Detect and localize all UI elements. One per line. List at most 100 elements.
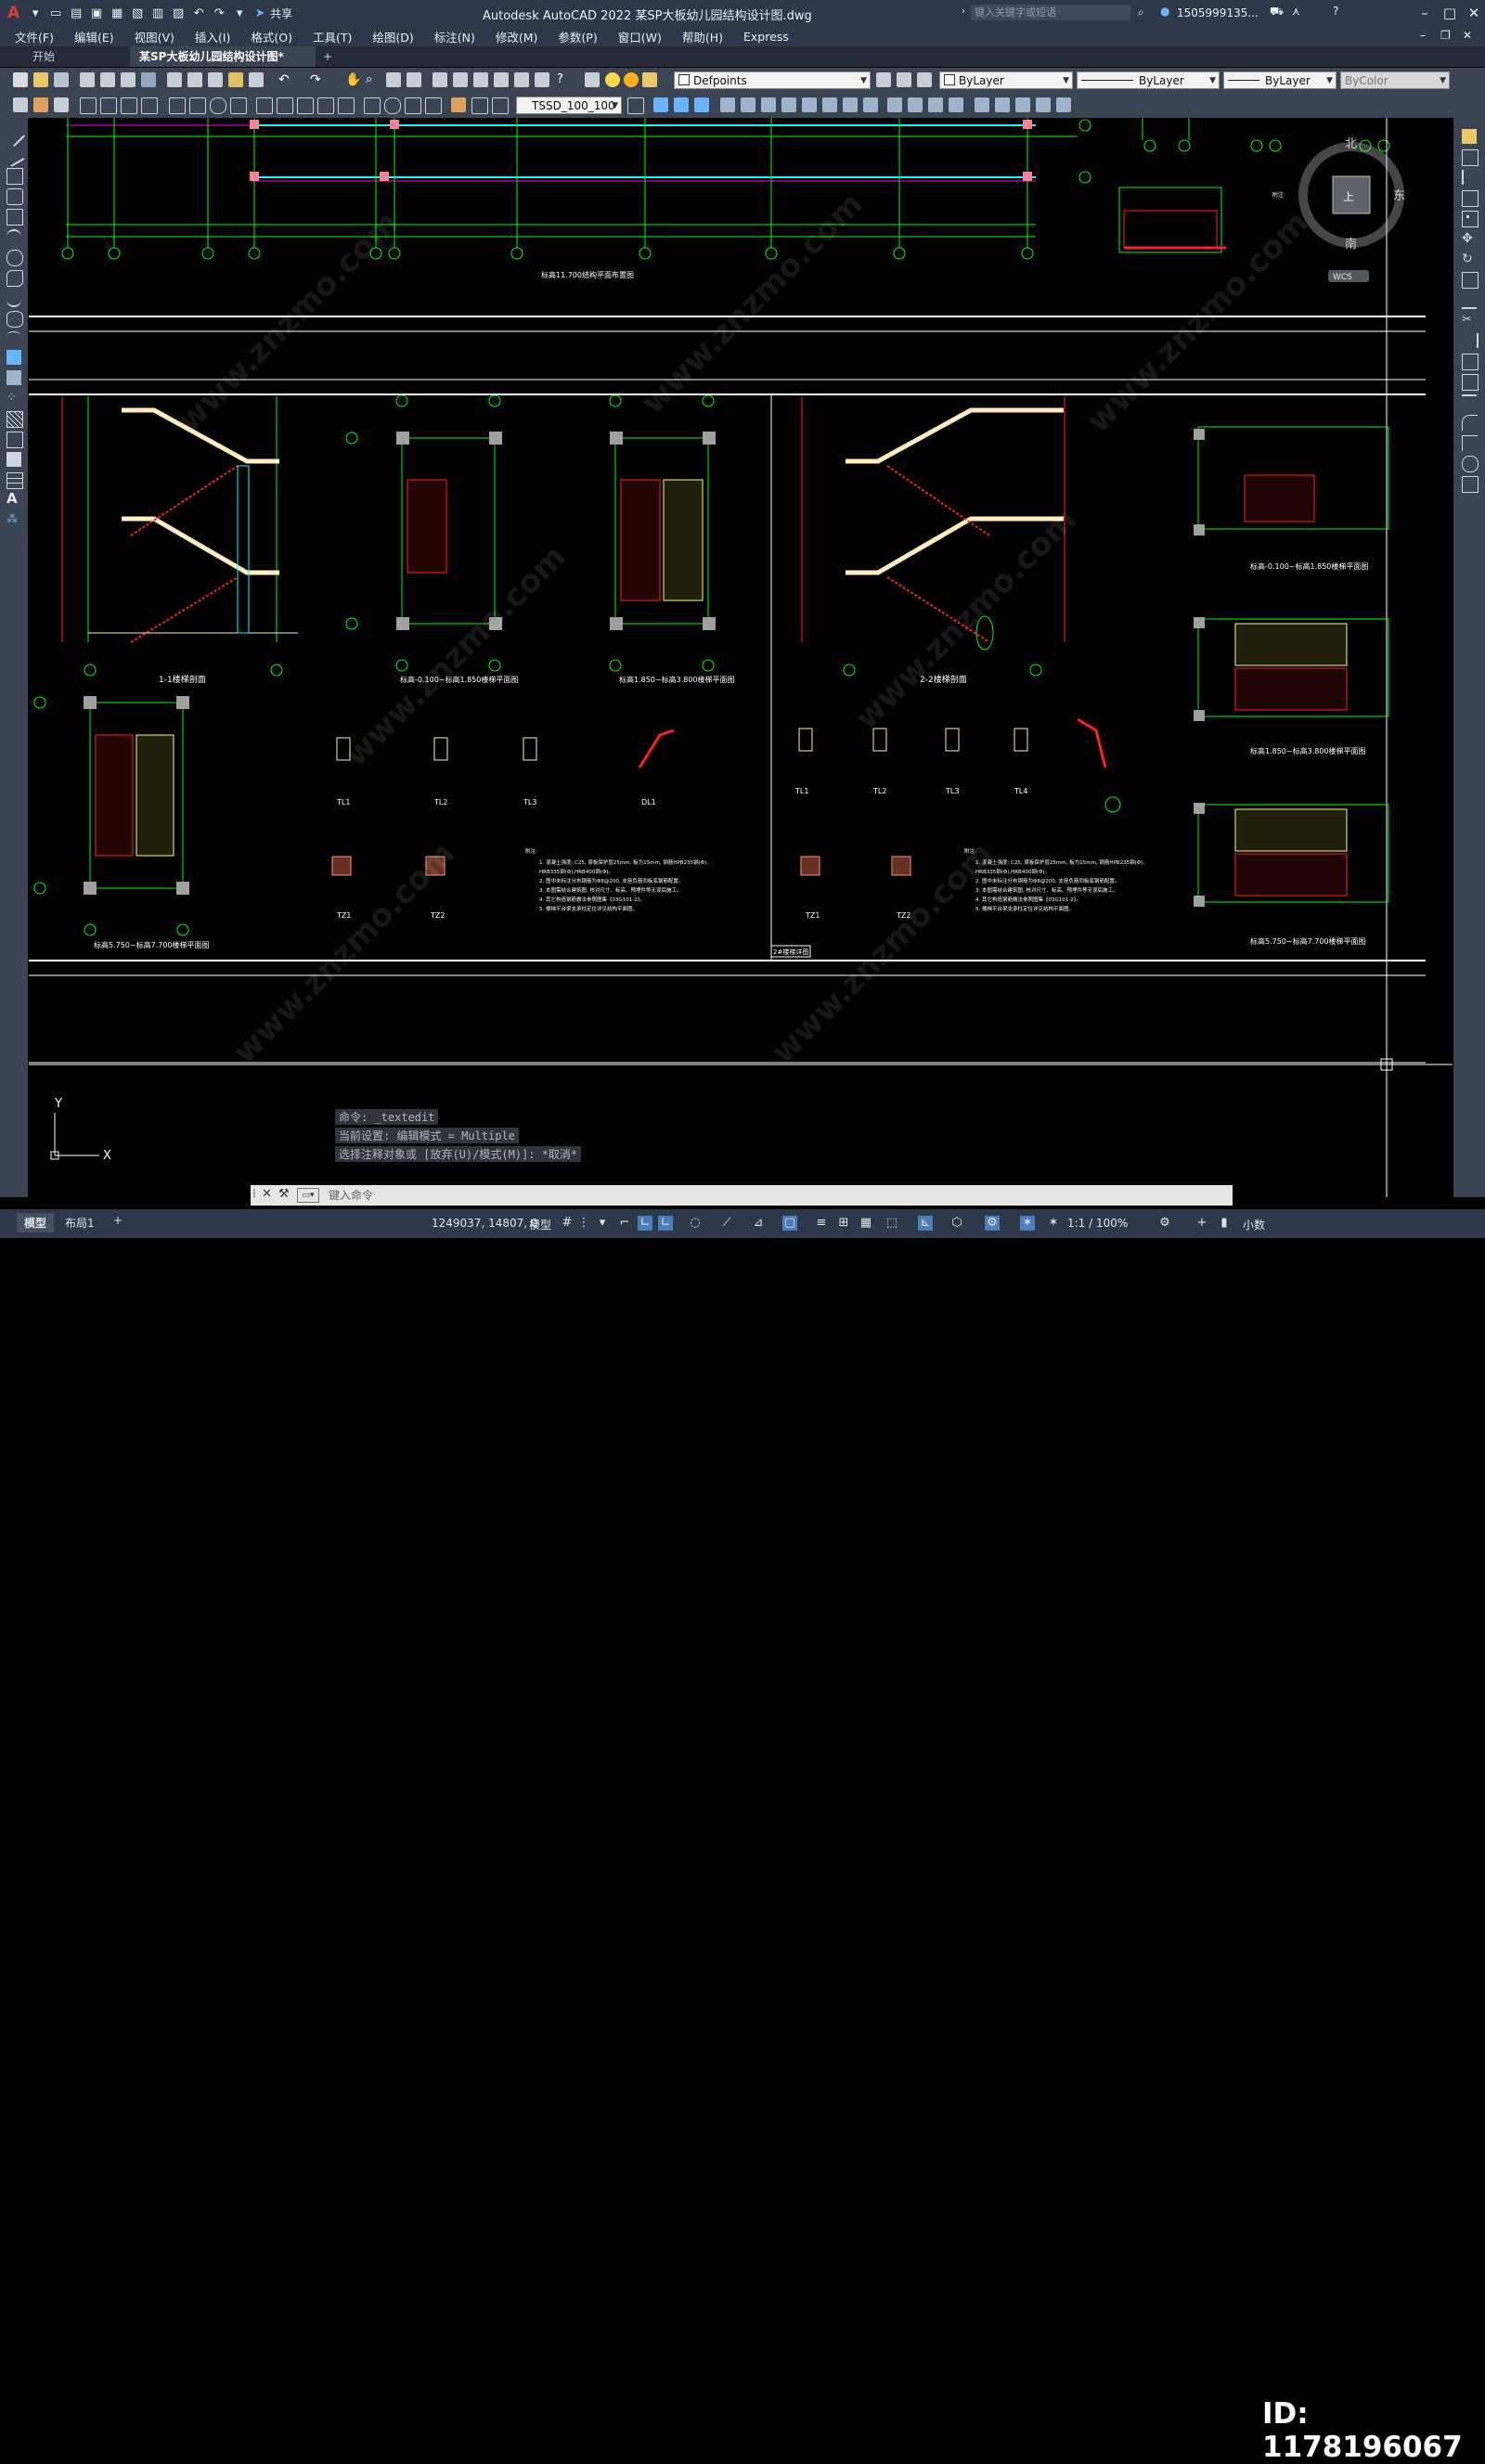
construction-line-icon[interactable] (3, 145, 25, 167)
help-icon[interactable]: ? (1333, 5, 1338, 18)
modify-13-icon[interactable] (908, 97, 923, 112)
annotation-visibility-icon[interactable]: ⚙ (985, 1216, 1000, 1231)
offset-icon[interactable] (1462, 190, 1479, 207)
jogged-linear-icon[interactable] (425, 97, 442, 114)
jogged-icon[interactable] (189, 97, 206, 114)
open-icon[interactable] (33, 72, 48, 87)
plotstyle-dropdown[interactable]: ByColor ▼ (1340, 71, 1450, 89)
menu-tools[interactable]: 工具(T) (303, 28, 362, 45)
units-dropdown[interactable]: 小数 (1243, 1217, 1265, 1232)
tab-start[interactable]: 开始 (23, 46, 130, 67)
modify-7-icon[interactable] (781, 97, 796, 112)
menu-window[interactable]: 窗口(W) (608, 28, 672, 45)
viewcube-east[interactable]: 东 (1393, 189, 1405, 203)
modify-2-icon[interactable] (674, 97, 689, 112)
spline-icon[interactable] (6, 290, 21, 307)
radius-icon[interactable] (169, 97, 186, 114)
annotation-scale[interactable]: 1:1 / 100% (1067, 1217, 1128, 1230)
zoom-previous-icon[interactable] (407, 72, 421, 87)
save-icon[interactable]: ▣ (88, 6, 105, 20)
maximize-button[interactable]: □ (1440, 4, 1459, 22)
annotation-monitor-icon[interactable]: ✶ (1020, 1216, 1035, 1231)
properties-icon[interactable] (433, 72, 447, 87)
plot-preview-icon[interactable] (100, 72, 115, 87)
dynamic-ucs-icon[interactable]: ⬚ (885, 1216, 899, 1231)
new-file-icon[interactable]: ▭ (47, 6, 64, 20)
fillet-icon[interactable] (1462, 415, 1478, 431)
rotate-icon[interactable]: ↻ (1462, 252, 1477, 266)
wcs-menu[interactable]: WCS (1333, 273, 1352, 282)
menu-modify[interactable]: 修改(M) (485, 28, 549, 45)
coordinate-readout[interactable]: 1249037, 14807, 0 (432, 1217, 538, 1230)
selection-cycling-icon[interactable]: ⊞ (836, 1216, 851, 1231)
rectangle-icon[interactable] (6, 209, 23, 226)
units-icon[interactable]: ▮ (1217, 1216, 1232, 1231)
auto-scale-icon[interactable]: ✶ (1046, 1216, 1061, 1231)
dimstyle-manager-icon[interactable] (627, 97, 644, 114)
mirror-icon[interactable] (1462, 170, 1479, 185)
grid-icon[interactable]: # (560, 1216, 575, 1231)
make-block-icon[interactable] (6, 370, 21, 385)
customize-icon[interactable]: ▾ (231, 6, 248, 20)
modify-12-icon[interactable] (887, 97, 902, 112)
user-name[interactable]: 1505999135... (1177, 6, 1259, 19)
continue-icon[interactable] (297, 97, 314, 114)
dim-space-icon[interactable] (317, 97, 334, 114)
transparency-icon[interactable]: ≡ (814, 1216, 829, 1231)
dim-text-edit-icon[interactable] (471, 97, 488, 114)
modify-18-icon[interactable] (1015, 97, 1030, 112)
menu-express[interactable]: Express (733, 30, 799, 44)
menu-file[interactable]: 文件(F) (5, 28, 64, 45)
tool-2-icon[interactable] (33, 97, 48, 112)
join-icon[interactable] (1462, 394, 1477, 411)
modify-17-icon[interactable] (995, 97, 1010, 112)
new-icon[interactable] (13, 72, 28, 87)
viewcube-top[interactable]: 上 (1343, 190, 1354, 203)
layout-tab-model[interactable]: 模型 (17, 1213, 55, 1232)
polygon-icon[interactable] (6, 188, 23, 205)
undo-icon[interactable]: ↶ (190, 6, 207, 20)
modify-3-icon[interactable] (694, 97, 709, 112)
layer-dropdown[interactable]: Defpoints ▼ (674, 71, 871, 89)
user-icon[interactable]: ● (1160, 5, 1169, 18)
blend-curves-icon[interactable] (1462, 456, 1479, 472)
arc-icon[interactable] (6, 229, 21, 246)
minimize-button[interactable]: – (1415, 4, 1434, 22)
selection-filter-icon[interactable]: ⊾ (918, 1216, 933, 1231)
color-dropdown[interactable]: ByLayer ▼ (939, 71, 1073, 89)
revision-cloud-icon[interactable] (6, 270, 23, 287)
tool-palettes-icon[interactable] (473, 72, 488, 87)
hatch-icon[interactable] (6, 411, 23, 428)
recent-commands-icon[interactable]: ▭▾ (297, 1188, 319, 1203)
multiline-text-icon[interactable]: A (6, 491, 21, 506)
search-input[interactable]: 键入关键字或短语 (971, 5, 1130, 20)
command-grip-icon[interactable]: ⁞ (252, 1187, 256, 1200)
doc-close-button[interactable]: ✕ (1463, 29, 1472, 42)
tool-3-icon[interactable] (54, 97, 69, 112)
layer-states-icon[interactable] (917, 72, 932, 87)
open-folder-icon[interactable]: ▤ (68, 6, 84, 20)
isometric-drafting-icon[interactable]: ◌ (688, 1216, 703, 1231)
block-editor-icon[interactable] (249, 72, 264, 87)
gizmo-icon[interactable]: ⬡ (949, 1216, 964, 1231)
command-close-icon[interactable]: ✕ (262, 1187, 272, 1201)
save-icon[interactable] (54, 72, 69, 87)
dropdown-arrow-icon[interactable]: ▾ (27, 6, 44, 20)
close-button[interactable]: ✕ (1465, 4, 1483, 22)
3d-object-snap-icon[interactable]: ▦ (859, 1216, 873, 1231)
cart-icon[interactable]: ⛟ (1270, 5, 1284, 19)
doc-restore-button[interactable]: ❐ (1440, 29, 1451, 42)
cut-icon[interactable] (167, 72, 182, 87)
object-snap-icon[interactable]: ⊿ (751, 1216, 766, 1231)
infer-constraints-icon[interactable]: ▾ (595, 1216, 610, 1231)
add-selected-icon[interactable]: ⁂ (6, 511, 21, 526)
arc-length-icon[interactable] (121, 97, 137, 114)
sheet-set-icon[interactable] (494, 72, 509, 87)
redo-icon[interactable]: ↷ (211, 6, 227, 20)
modify-5-icon[interactable] (741, 97, 755, 112)
modify-1-icon[interactable] (653, 97, 668, 112)
dimension-edit-icon[interactable] (451, 97, 466, 112)
annotation-plus-icon[interactable]: + (1194, 1216, 1209, 1231)
ortho-mode-icon[interactable]: ∟ (638, 1216, 652, 1231)
linear-dimension-icon[interactable] (80, 97, 97, 114)
